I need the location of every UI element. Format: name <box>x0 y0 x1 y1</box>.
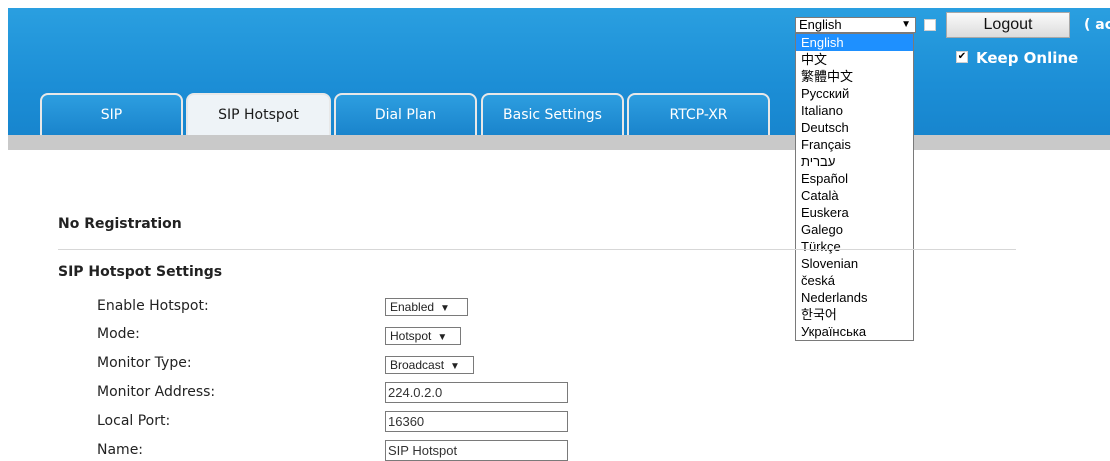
language-option-slovenian[interactable]: Slovenian <box>796 255 913 272</box>
language-option-russian[interactable]: Русский <box>796 85 913 102</box>
registration-status: No Registration <box>58 216 182 232</box>
chevron-down-icon: ▼ <box>450 361 460 372</box>
monitor-type-value: Broadcast <box>390 358 445 372</box>
tab-dial-plan[interactable]: Dial Plan <box>334 93 477 135</box>
mode-label: Mode: <box>97 326 140 342</box>
chevron-down-icon: ▼ <box>440 303 450 314</box>
header-bottom-strip <box>8 135 1110 150</box>
monitor-type-select[interactable]: Broadcast ▼ <box>385 356 474 374</box>
tab-basic-settings[interactable]: Basic Settings <box>481 93 624 135</box>
keep-online-label: Keep Online <box>976 49 1079 67</box>
tab-rtcp-xr[interactable]: RTCP-XR <box>627 93 770 135</box>
user-label: ( ac <box>1084 17 1110 33</box>
language-option-catalan[interactable]: Català <box>796 187 913 204</box>
monitor-address-label: Monitor Address: <box>97 384 216 400</box>
header-checkbox[interactable] <box>924 19 936 31</box>
chevron-down-icon: ▼ <box>437 332 448 343</box>
monitor-type-label: Monitor Type: <box>97 355 192 371</box>
language-dropdown-list: English 中文 繁體中文 Русский Italiano Deutsch… <box>795 33 914 341</box>
language-option-galician[interactable]: Galego <box>796 221 913 238</box>
enable-hotspot-select[interactable]: Enabled ▼ <box>385 298 468 316</box>
tab-dial-plan-label: Dial Plan <box>374 107 437 123</box>
enable-hotspot-label: Enable Hotspot: <box>97 298 209 314</box>
language-option-english[interactable]: English <box>796 34 913 51</box>
tab-sip-hotspot[interactable]: SIP Hotspot <box>186 93 331 135</box>
monitor-address-input[interactable]: 224.0.2.0 <box>385 382 568 403</box>
language-option-italian[interactable]: Italiano <box>796 102 913 119</box>
tab-basic-settings-label: Basic Settings <box>503 107 602 123</box>
tab-sip-hotspot-label: SIP Hotspot <box>218 107 299 123</box>
tab-sip-label: SIP <box>100 107 123 123</box>
language-option-basque[interactable]: Euskera <box>796 204 913 221</box>
language-option-ukrainian[interactable]: Українська <box>796 323 913 340</box>
logout-label: Logout <box>983 16 1033 33</box>
language-option-french[interactable]: Français <box>796 136 913 153</box>
tab-rtcp-xr-label: RTCP-XR <box>669 107 728 123</box>
local-port-label: Local Port: <box>97 413 171 429</box>
language-option-korean[interactable]: 한국어 <box>796 306 913 323</box>
language-option-czech[interactable]: česká <box>796 272 913 289</box>
section-title: SIP Hotspot Settings <box>58 264 223 280</box>
language-option-german[interactable]: Deutsch <box>796 119 913 136</box>
keep-online-checkbox[interactable]: ✔ <box>956 51 968 63</box>
language-option-spanish[interactable]: Español <box>796 170 913 187</box>
tab-sip[interactable]: SIP <box>40 93 183 135</box>
section-divider <box>58 249 1016 250</box>
chevron-down-icon: ▼ <box>901 19 911 30</box>
language-option-hebrew[interactable]: עברית <box>796 153 913 170</box>
logout-button[interactable]: Logout <box>946 12 1070 38</box>
enable-hotspot-value: Enabled <box>390 300 435 314</box>
language-select[interactable]: English ▼ <box>795 17 916 33</box>
name-input[interactable]: SIP Hotspot <box>385 440 568 461</box>
name-label: Name: <box>97 442 144 458</box>
language-option-turkish[interactable]: Türkçe <box>796 238 913 255</box>
mode-select[interactable]: Hotspot ▼ <box>385 327 461 345</box>
language-select-value: English <box>799 17 842 32</box>
mode-value: Hotspot <box>390 329 432 343</box>
language-option-dutch[interactable]: Nederlands <box>796 289 913 306</box>
language-option-chinese-traditional[interactable]: 繁體中文 <box>796 68 913 85</box>
language-option-chinese-simplified[interactable]: 中文 <box>796 51 913 68</box>
local-port-input[interactable]: 16360 <box>385 411 568 432</box>
